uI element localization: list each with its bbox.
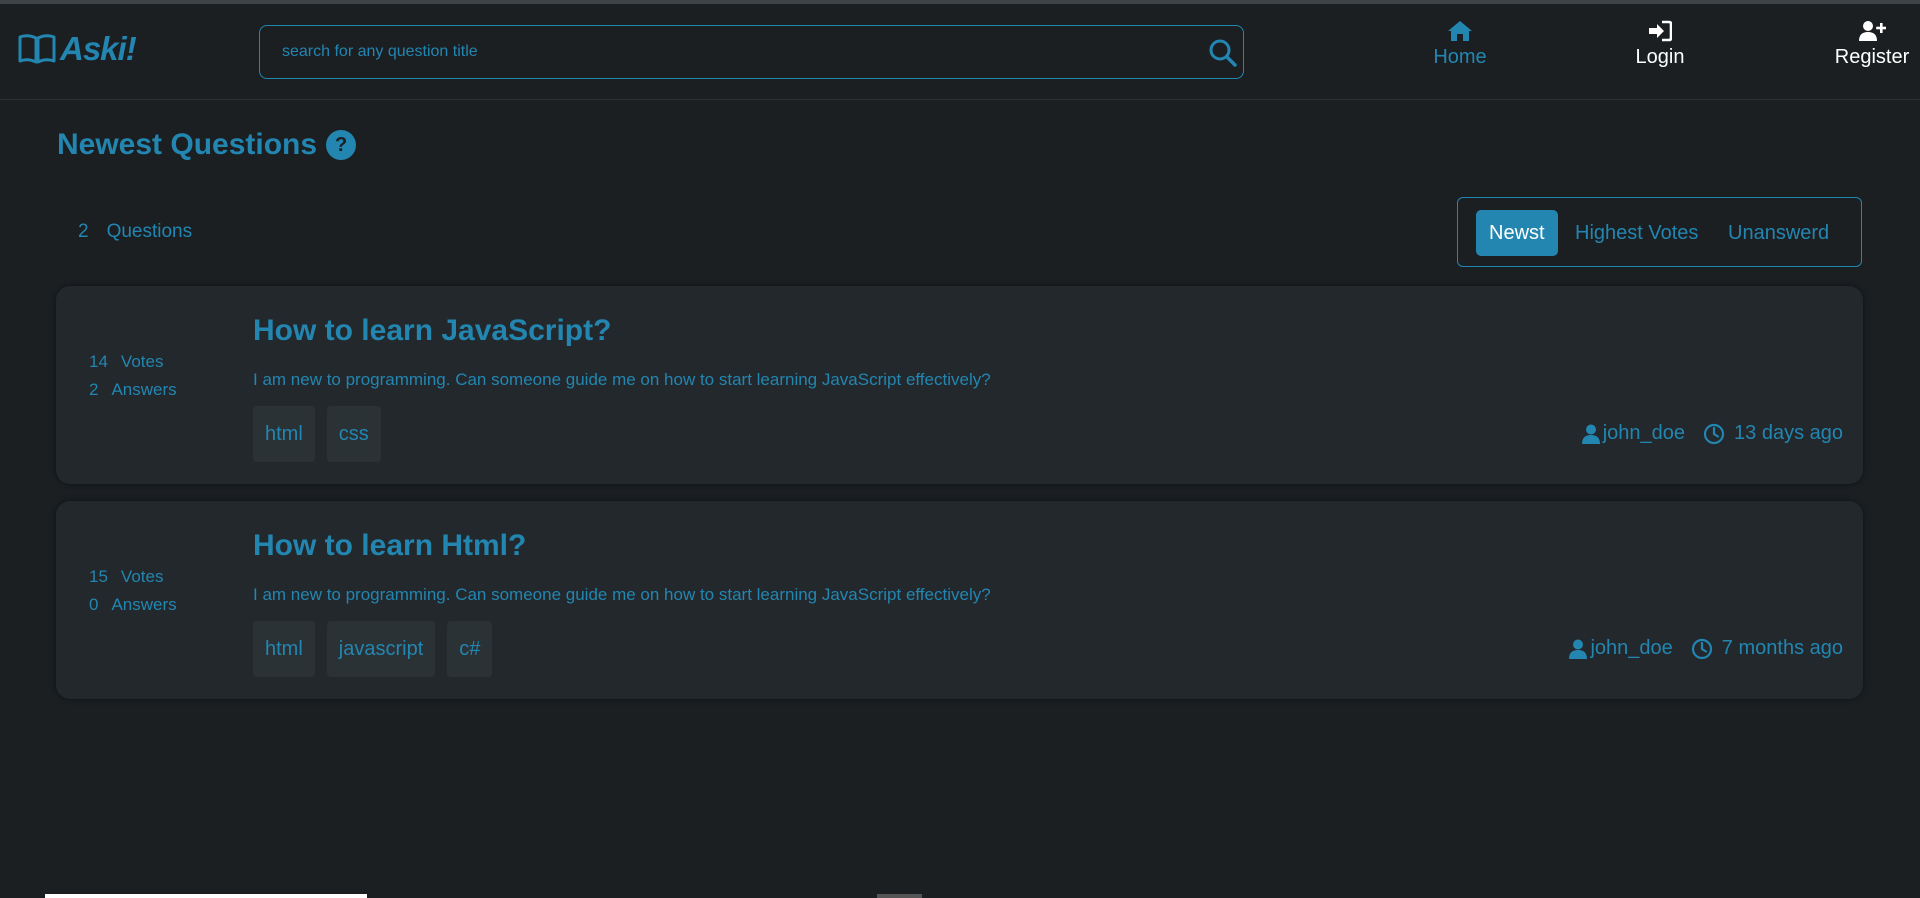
- question-title-link[interactable]: How to learn Html?: [253, 529, 526, 563]
- nav-home[interactable]: Home: [1418, 20, 1502, 69]
- search-box: [259, 25, 1244, 79]
- nav-home-label: Home: [1433, 46, 1487, 68]
- search-input[interactable]: [282, 26, 1182, 78]
- question-tags: html css: [253, 406, 381, 462]
- author-name: john_doe: [1602, 422, 1686, 444]
- home-icon: [1448, 21, 1472, 41]
- question-count: 2 Questions: [78, 221, 192, 243]
- author[interactable]: john_doe: [1581, 422, 1686, 445]
- votes-stat: 14 Votes: [89, 348, 177, 376]
- votes-label: Votes: [120, 352, 164, 371]
- tag-csharp[interactable]: c#: [447, 621, 493, 677]
- logo-text: Aski!: [60, 30, 137, 67]
- votes-stat: 15 Votes: [89, 563, 177, 591]
- clock-icon: [1691, 638, 1712, 659]
- logo[interactable]: Aski!: [18, 30, 137, 68]
- answers-count: 0: [89, 595, 99, 614]
- question-circle-icon[interactable]: ?: [326, 130, 357, 160]
- post-time-text: 13 days ago: [1734, 422, 1843, 444]
- nav-login-label: Login: [1635, 46, 1685, 68]
- answers-label: Answers: [111, 380, 177, 399]
- sort-newest-button[interactable]: Newst: [1476, 210, 1558, 256]
- sort-button-group: Newst Highest Votes Unanswerd: [1457, 197, 1862, 267]
- question-excerpt: I am new to programming. Can someone gui…: [253, 585, 991, 604]
- question-stats: 15 Votes 0 Answers: [89, 563, 177, 619]
- question-count-label: Questions: [106, 221, 193, 242]
- answers-stat: 0 Answers: [89, 591, 177, 619]
- question-meta: john_doe 7 months ago: [1569, 637, 1843, 660]
- nav-register-label: Register: [1834, 46, 1910, 68]
- page-title: Newest Questions ?: [57, 128, 357, 162]
- question-tags: html javascript c#: [253, 621, 493, 677]
- votes-count: 14: [89, 352, 108, 371]
- user-plus-icon: [1859, 21, 1886, 41]
- question-excerpt: I am new to programming. Can someone gui…: [253, 370, 991, 389]
- tag-html[interactable]: html: [253, 406, 315, 462]
- search-icon[interactable]: [1208, 38, 1238, 68]
- post-time: 13 days ago: [1703, 422, 1843, 445]
- question-title-link[interactable]: How to learn JavaScript?: [253, 314, 611, 348]
- answers-stat: 2 Answers: [89, 376, 177, 404]
- votes-label: Votes: [120, 567, 164, 586]
- sort-highest-votes-button[interactable]: Highest Votes: [1575, 210, 1698, 256]
- answers-label: Answers: [111, 595, 177, 614]
- tag-javascript[interactable]: javascript: [326, 621, 436, 677]
- question-card: 15 Votes 0 Answers How to learn Html? I …: [56, 501, 1863, 699]
- bottom-scroll-marker: [877, 894, 922, 898]
- author[interactable]: john_doe: [1569, 637, 1673, 660]
- question-count-value: 2: [78, 221, 89, 242]
- answers-count: 2: [89, 380, 99, 399]
- user-icon: [1581, 424, 1600, 444]
- bottom-panel-edge: [45, 894, 367, 898]
- votes-count: 15: [89, 567, 108, 586]
- author-name: john_doe: [1590, 637, 1673, 659]
- user-icon: [1569, 639, 1588, 659]
- sort-unanswered-button[interactable]: Unanswerd: [1728, 210, 1829, 256]
- post-time: 7 months ago: [1691, 637, 1843, 660]
- question-stats: 14 Votes 2 Answers: [89, 348, 177, 404]
- login-icon: [1649, 20, 1672, 42]
- post-time-text: 7 months ago: [1721, 637, 1843, 659]
- question-card: 14 Votes 2 Answers How to learn JavaScri…: [56, 286, 1863, 484]
- clock-icon: [1703, 423, 1725, 444]
- page-title-text: Newest Questions: [57, 128, 318, 161]
- tag-html[interactable]: html: [253, 621, 315, 677]
- tag-css[interactable]: css: [326, 406, 381, 462]
- question-meta: john_doe 13 days ago: [1581, 422, 1843, 445]
- nav-login[interactable]: Login: [1614, 20, 1706, 69]
- navbar: Aski! Home Login Register: [0, 4, 1920, 100]
- nav-register[interactable]: Register: [1826, 20, 1918, 69]
- book-icon: [18, 34, 56, 64]
